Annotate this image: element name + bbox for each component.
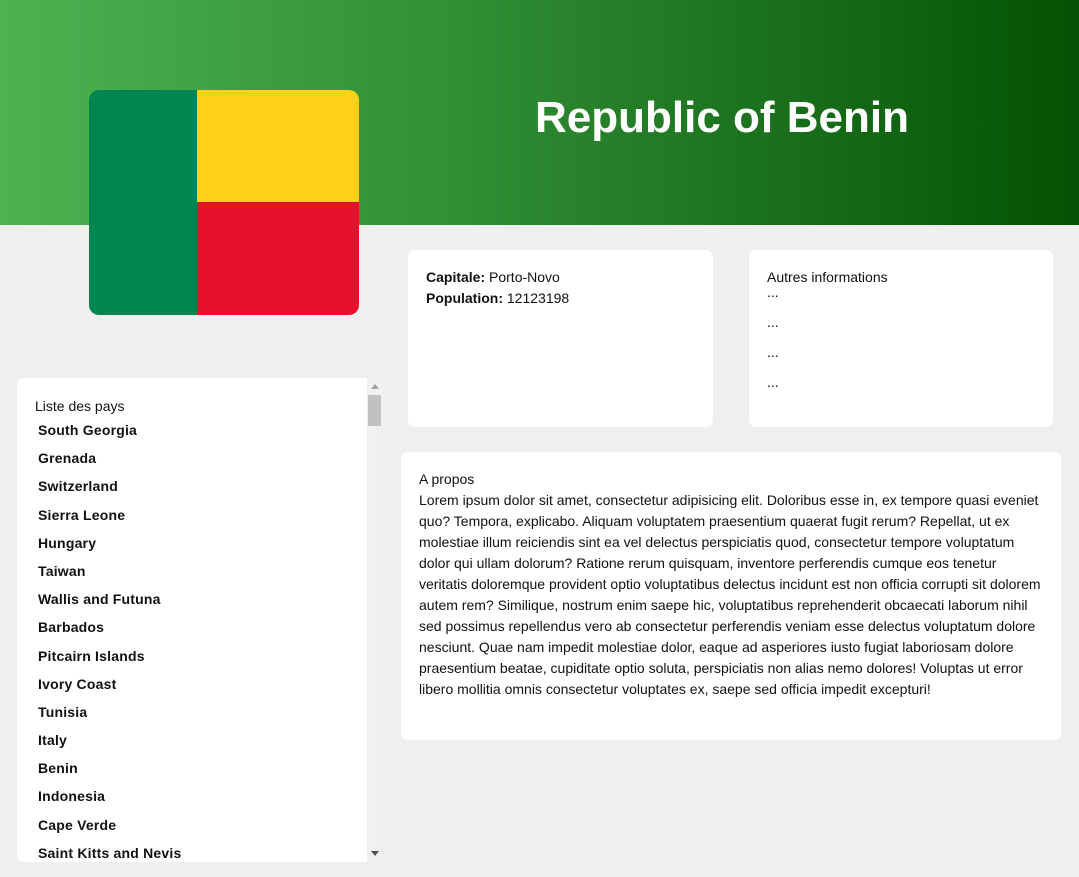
scrollbar-thumb[interactable] <box>368 395 381 426</box>
info-card: Capitale: Porto-Novo Population: 1212319… <box>408 250 713 427</box>
other-info-item: ... <box>767 344 779 360</box>
flag-green-band <box>89 90 197 315</box>
country-item[interactable]: Hungary <box>38 533 181 561</box>
country-list-scrollbar[interactable] <box>367 378 382 862</box>
country-item[interactable]: Switzerland <box>38 476 181 504</box>
country-item[interactable]: Ivory Coast <box>38 674 181 702</box>
country-item[interactable]: Tunisia <box>38 702 181 730</box>
other-info-item: ... <box>767 284 779 300</box>
country-item[interactable]: Sierra Leone <box>38 505 181 533</box>
other-info-item: ... <box>767 314 779 330</box>
other-info-title: Autres informations <box>767 269 888 285</box>
other-info-item: ... <box>767 374 779 390</box>
country-item[interactable]: Pitcairn Islands <box>38 646 181 674</box>
country-item[interactable]: Benin <box>38 758 181 786</box>
scroll-down-arrow-icon[interactable] <box>371 851 379 856</box>
country-item[interactable]: Wallis and Futuna <box>38 589 181 617</box>
country-item[interactable]: Italy <box>38 730 181 758</box>
flag-red-band <box>197 202 359 315</box>
capital-value: Porto-Novo <box>489 269 560 285</box>
capital-label: Capitale: <box>426 269 486 285</box>
flag-yellow-band <box>197 90 359 202</box>
other-info-list: ... ... ... ... <box>767 284 1035 408</box>
country-item[interactable]: Taiwan <box>38 561 181 589</box>
country-list: South Georgia Grenada Switzerland Sierra… <box>38 420 181 862</box>
country-item[interactable]: Grenada <box>38 448 181 476</box>
scroll-up-arrow-icon[interactable] <box>371 384 379 389</box>
country-item[interactable]: South Georgia <box>38 420 181 448</box>
population-value: 12123198 <box>506 290 570 306</box>
country-item[interactable]: Indonesia <box>38 786 181 814</box>
population-label: Population: <box>426 290 503 306</box>
country-item[interactable]: Cape Verde <box>38 815 181 843</box>
population-row: Population: 12123198 <box>426 288 695 309</box>
country-item[interactable]: Barbados <box>38 617 181 645</box>
country-list-panel[interactable]: Liste des pays South Georgia Grenada Swi… <box>17 378 367 862</box>
capital-row: Capitale: Porto-Novo <box>426 267 695 288</box>
about-text: Lorem ipsum dolor sit amet, consectetur … <box>419 492 1041 697</box>
about-title: A propos <box>419 471 475 487</box>
page-title: Republic of Benin <box>535 93 909 142</box>
about-card: A propos Lorem ipsum dolor sit amet, con… <box>401 452 1061 740</box>
country-list-title: Liste des pays <box>35 398 125 414</box>
country-item[interactable]: Saint Kitts and Nevis <box>38 843 181 862</box>
other-info-card: Autres informations ... ... ... ... <box>749 250 1053 427</box>
benin-flag-icon <box>89 90 359 315</box>
